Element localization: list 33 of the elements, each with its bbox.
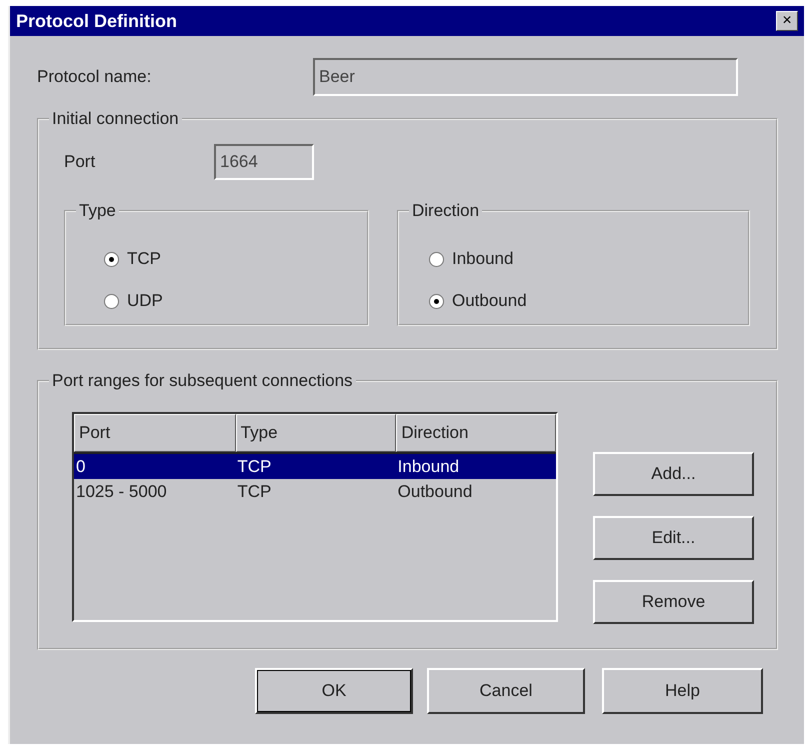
- dialog-button[interactable]: OK: [255, 668, 413, 714]
- table-cell-text: 0: [75, 456, 86, 476]
- port-label: Port: [64, 152, 96, 172]
- protocol-name-field[interactable]: Beer: [313, 58, 738, 96]
- table-cell-text: 1025 - 5000: [75, 482, 168, 502]
- radio-label[interactable]: UDP: [127, 291, 163, 311]
- radio-button[interactable]: [104, 294, 119, 308]
- radio-label[interactable]: Outbound: [452, 291, 527, 311]
- radio-label[interactable]: Inbound: [452, 249, 514, 269]
- table-cell-text: TCP: [236, 482, 272, 502]
- table-cell-text: Inbound: [396, 456, 460, 476]
- group-title: Type: [76, 201, 119, 221]
- protocol-name-label: Protocol name:: [37, 67, 152, 87]
- radio-button[interactable]: [429, 252, 444, 266]
- table-cell-text: Outbound: [396, 482, 474, 502]
- radio-button[interactable]: [429, 294, 444, 308]
- close-button[interactable]: ×: [776, 11, 798, 31]
- group-title: Port ranges for subsequent connections: [49, 371, 356, 391]
- dialog-button[interactable]: Remove: [593, 580, 754, 624]
- dialog-button[interactable]: Help: [602, 668, 763, 714]
- radio-button[interactable]: [104, 252, 119, 266]
- window-title: Protocol Definition: [16, 10, 177, 32]
- list-row[interactable]: 0 TCP Inbound: [74, 454, 556, 479]
- dialog-button[interactable]: Edit...: [593, 516, 754, 560]
- column-header[interactable]: Direction: [396, 414, 556, 452]
- table-cell-text: TCP: [236, 456, 272, 476]
- port-field[interactable]: 1664: [214, 144, 314, 180]
- dialog-button[interactable]: Cancel: [427, 668, 585, 714]
- column-header[interactable]: Type: [236, 414, 396, 452]
- dialog-button[interactable]: Add...: [593, 452, 754, 496]
- column-header[interactable]: Port: [74, 414, 236, 452]
- radio-label[interactable]: TCP: [127, 249, 161, 269]
- list-row[interactable]: 1025 - 5000 TCP Outbound: [74, 479, 556, 504]
